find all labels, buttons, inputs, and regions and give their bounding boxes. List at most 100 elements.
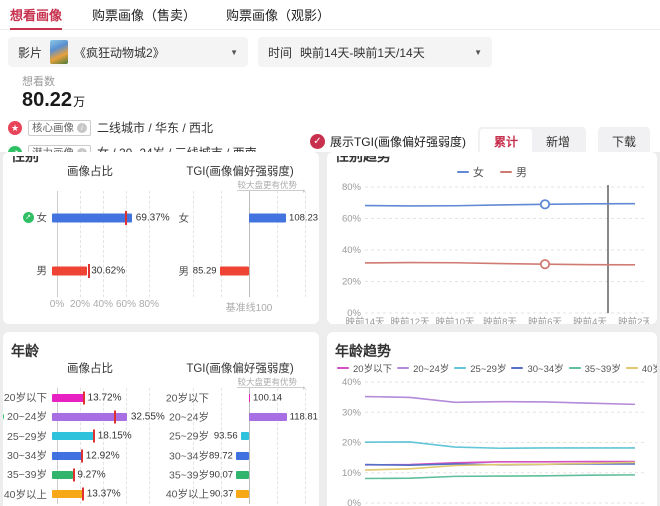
- category-label: 20岁以下: [3, 392, 47, 405]
- audience-profile-page: 想看画像 购票画像（售卖） 购票画像（观影） 影片 《疯狂动物城2》 ▼ 时间 …: [0, 0, 660, 506]
- x-tick-label: 0%: [49, 299, 65, 310]
- time-select-value: 映前14天-映前1天/14天: [300, 45, 425, 60]
- tab-want-to-see-profile[interactable]: 想看画像: [10, 0, 63, 30]
- show-tgi-checkbox[interactable]: ✓ 展示TGI(画像偏好强弱度): [309, 133, 466, 150]
- value-bar: [52, 393, 84, 402]
- tgi-bar: [236, 490, 249, 499]
- category-label: 男: [36, 265, 48, 277]
- bar-row: 男 85.29: [169, 244, 311, 297]
- legend-item-女[interactable]: 女: [457, 164, 484, 180]
- legend-dash: [457, 170, 469, 174]
- film-select[interactable]: 影片 《疯狂动物城2》 ▼: [8, 37, 248, 67]
- category-label: 40岁以上: [165, 488, 209, 501]
- category-label: 40岁以上: [3, 488, 47, 501]
- bar-value-label: 69.37%: [135, 212, 170, 223]
- bar-track: 12.92%: [52, 446, 169, 465]
- category-label: 30~34岁: [169, 450, 209, 463]
- tgi-value-label: 90.07: [209, 469, 234, 481]
- gender-panel: 性别 画像占比↗女69.37%男30.62%0%20%40%60%80% TGI…: [3, 152, 319, 324]
- legend-item-25~29岁[interactable]: 25~29岁: [454, 361, 506, 375]
- age-panel-title: 年龄: [11, 343, 39, 359]
- category-label: 25~29岁: [169, 430, 209, 443]
- advantage-note: 较大盘更有优势: [169, 179, 311, 191]
- cumulative-button[interactable]: 累计: [479, 129, 532, 154]
- svg-text:映前8天: 映前8天: [483, 316, 517, 324]
- bar-track: 18.15%: [52, 427, 169, 446]
- bar-row: ↗20~24岁 32.55%: [3, 407, 169, 426]
- age-panel: 年龄 画像占比20岁以下13.72%↗20~24岁32.55%25~29岁18.…: [3, 332, 319, 506]
- bar-row: 40岁以上 90.37: [165, 485, 311, 504]
- chart-title: TGI(画像偏好强弱度): [186, 363, 294, 375]
- tgi-value-label: 108.23: [289, 212, 319, 223]
- stat-label: 想看数: [22, 76, 55, 88]
- new-button[interactable]: 新增: [532, 129, 584, 154]
- legend-item-男[interactable]: 男: [500, 164, 527, 180]
- x-tick-label: 40%: [92, 299, 114, 310]
- bar-row: 35~39岁 9.27%: [7, 465, 169, 484]
- svg-text:映前6天: 映前6天: [528, 316, 562, 324]
- legend-item-20岁以下[interactable]: 20岁以下: [337, 361, 392, 375]
- age-share-chart: 画像占比 20岁以下 13.72% ↗20~24岁 32.55% 25~29岁 18.15%…: [3, 360, 169, 504]
- category-label: 男: [178, 265, 190, 277]
- film-select-label: 影片: [18, 45, 43, 60]
- tab-ticket-profile-viewing[interactable]: 购票画像（观影）: [226, 0, 330, 29]
- tgi-bar: [249, 213, 287, 222]
- age-trend-chart: 20岁以下 20~24岁 25~29岁 30~34岁 35~39岁 40岁以上 0% 10% 2…: [335, 360, 657, 506]
- charts-grid: 性别 画像占比↗女69.37%男30.62%0%20%40%60%80% TGI…: [0, 152, 660, 506]
- market-benchmark-tick: [82, 391, 85, 405]
- category-label: ↗ 女: [11, 210, 52, 225]
- bar-row: 35~39岁 90.07: [169, 465, 311, 484]
- tgi-value-label: 90.37: [209, 488, 234, 500]
- tgi-bar: [249, 412, 287, 421]
- gender-trend-panel: 性别趋势 女男0%20%40%60%80%映前14天映前12天映前10天映前8天…: [327, 152, 657, 324]
- value-bar: [52, 213, 132, 222]
- bar-value-label: 18.15%: [97, 430, 132, 442]
- chart-title: 画像占比: [67, 363, 113, 375]
- bar-track: 13.37%: [52, 485, 169, 504]
- svg-text:30%: 30%: [342, 407, 362, 418]
- core-profile-icon: ★: [8, 120, 22, 135]
- bar-value-label: 30.62%: [91, 265, 126, 276]
- market-benchmark-tick: [87, 263, 90, 278]
- svg-text:映前4天: 映前4天: [573, 316, 607, 324]
- svg-text:40%: 40%: [342, 377, 362, 388]
- core-profile-badge[interactable]: 核心画像 i: [28, 119, 91, 136]
- potential-arrow-icon: ↗: [22, 212, 34, 223]
- market-benchmark-tick: [114, 410, 117, 424]
- value-bar: [52, 451, 82, 460]
- bar-row: 30~34岁 12.92%: [7, 446, 169, 465]
- tab-ticket-profile-sale[interactable]: 购票画像（售卖）: [92, 0, 196, 29]
- bar-row: 女 108.23: [169, 191, 319, 244]
- line-chart-canvas: 0% 10% 20% 30% 40%: [342, 377, 645, 506]
- time-select-label: 时间: [268, 45, 293, 60]
- potential-arrow-icon: ↗: [3, 411, 4, 423]
- tgi-value-label: 85.29: [192, 265, 217, 276]
- tgi-bar: [235, 451, 249, 460]
- legend-dash: [500, 170, 512, 174]
- category-label: 35~39岁: [169, 469, 209, 482]
- x-tick-label: 80%: [138, 299, 160, 310]
- tgi-bar: [240, 432, 249, 441]
- tab-bar: 想看画像 购票画像（售卖） 购票画像（观影）: [0, 0, 660, 30]
- svg-text:80%: 80%: [342, 182, 362, 193]
- legend-item-40岁以上[interactable]: 40岁以上: [625, 361, 657, 375]
- category-label: 20岁以下: [165, 392, 209, 405]
- legend-item-20~24岁[interactable]: 20~24岁: [397, 361, 449, 375]
- bar-track: 32.55%: [52, 407, 169, 426]
- bar-row: ↗ 女 69.37%: [11, 191, 170, 244]
- bar-row: 40岁以上 13.37%: [3, 485, 169, 504]
- gender-share-chart: 画像占比 ↗ 女 69.37% 男 30.62% 0% 20% 40% 60% 80%: [11, 163, 170, 311]
- legend-dash: [454, 366, 467, 370]
- info-icon: i: [77, 122, 87, 133]
- bar-row: 男 30.62%: [11, 244, 169, 297]
- line-chart-canvas: 0%20%40%60%80%映前14天 映前12天 映前10天 映前8天 映前6天 映前4…: [342, 182, 652, 324]
- bar-track: 13.72%: [52, 388, 169, 407]
- chevron-down-icon: ▼: [474, 47, 482, 57]
- legend-item-35~39岁[interactable]: 35~39岁: [568, 361, 621, 375]
- legend-item-30~34岁[interactable]: 30~34岁: [511, 361, 564, 375]
- market-benchmark-tick: [82, 487, 85, 501]
- advantage-note: 较大盘更有优势: [169, 376, 311, 388]
- bar-row: 25~29岁 18.15%: [7, 427, 169, 446]
- time-select[interactable]: 时间 映前14天-映前1天/14天 ▼: [258, 37, 492, 67]
- legend: 20岁以下 20~24岁 25~29岁 30~34岁 35~39岁 40岁以上: [335, 360, 657, 376]
